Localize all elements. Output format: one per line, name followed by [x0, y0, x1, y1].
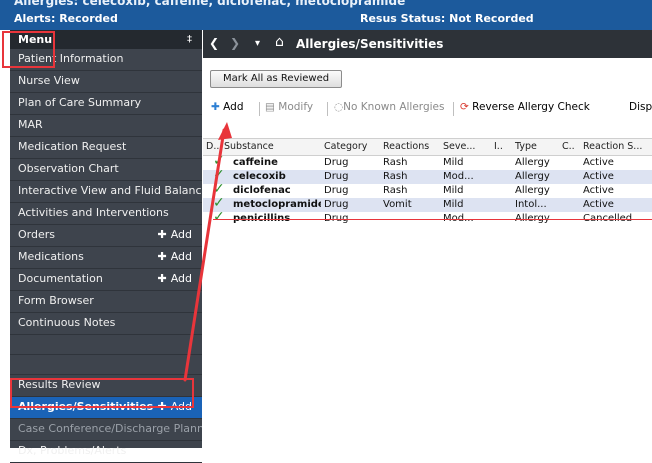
allergies-banner-text: Allergies: celecoxib, caffeine, diclofen…: [14, 0, 406, 8]
sidebar-item-medication-request[interactable]: Medication Request: [10, 137, 202, 159]
orders-add-button[interactable]: ✚ Add: [157, 225, 192, 245]
col-reaction-status[interactable]: Reaction S...: [583, 141, 642, 152]
col-category[interactable]: Category: [324, 141, 367, 152]
col-reactions[interactable]: Reactions: [383, 141, 429, 152]
display-dropdown[interactable]: Disp: [629, 101, 652, 113]
sidebar-item-observation-chart[interactable]: Observation Chart: [10, 159, 202, 181]
col-d[interactable]: D..: [206, 141, 219, 152]
documentation-add-button[interactable]: ✚ Add: [157, 269, 192, 289]
table-row[interactable]: ✓ penicillins Drug Mod... Allergy Cancel…: [203, 209, 652, 226]
toolbar-separator: [259, 102, 260, 116]
reverse-allergy-check-button[interactable]: ⟳ Reverse Allergy Check: [460, 101, 590, 113]
toolbar-separator: [453, 102, 454, 116]
table-header: D.. Substance Category Reactions Seve...…: [203, 138, 652, 156]
circle-icon: ◌: [334, 101, 344, 113]
cancelled-strikethrough: [213, 219, 652, 220]
col-type[interactable]: Type: [515, 141, 537, 152]
chevron-down-icon[interactable]: ▾: [255, 38, 260, 49]
page-header: ❮ ❯ ▾ ⌂ Allergies/Sensitivities: [203, 30, 652, 58]
add-button-highlight: [2, 31, 55, 68]
sidebar-item-activities[interactable]: Activities and Interventions: [10, 203, 202, 225]
forward-icon[interactable]: ❯: [230, 36, 240, 50]
table-row[interactable]: ✓ celecoxib Drug Rash Mod... Allergy Act…: [203, 167, 652, 184]
sidebar-item-orders[interactable]: Orders ✚ Add: [10, 225, 202, 247]
no-known-allergies-button[interactable]: ◌No Known Allergies: [334, 101, 444, 113]
plus-icon: ✚: [157, 272, 167, 285]
sidebar-item-nurse-view[interactable]: Nurse View: [10, 71, 202, 93]
sidebar-item-plan-of-care-summary[interactable]: Plan of Care Summary: [10, 93, 202, 115]
patient-banner: Allergies: celecoxib, caffeine, diclofen…: [0, 0, 652, 30]
reverse-check-icon: ⟳: [460, 101, 469, 113]
col-severity[interactable]: Seve...: [443, 141, 475, 152]
allergies-item-highlight: [10, 378, 194, 408]
sidebar-gap: [10, 355, 202, 375]
sidebar-item-interactive-view[interactable]: Interactive View and Fluid Balance: [10, 181, 202, 203]
sidebar-item-documentation[interactable]: Documentation ✚ Add: [10, 269, 202, 291]
sidebar-item-dx-problems[interactable]: Dx, Problems/Alerts: [10, 441, 202, 463]
home-icon[interactable]: ⌂: [275, 34, 284, 50]
col-substance[interactable]: Substance: [224, 141, 274, 152]
alerts-status: Alerts: Recorded: [14, 12, 118, 25]
medications-add-button[interactable]: ✚ Add: [157, 247, 192, 267]
back-icon[interactable]: ❮: [209, 36, 219, 50]
col-i[interactable]: I..: [494, 141, 503, 152]
sidebar-item-continuous-notes[interactable]: Continuous Notes: [10, 313, 202, 335]
allergies-panel: Mark All as Reviewed ✚ Add ▤ Modify ◌No …: [203, 58, 652, 448]
plus-icon: ✚: [157, 228, 167, 241]
toolbar-separator: [327, 102, 328, 116]
add-allergy-button[interactable]: ✚ Add: [211, 101, 244, 113]
sidebar-item-case-conference[interactable]: Case Conference/Discharge Planni...: [10, 419, 202, 441]
sidebar-item-form-browser[interactable]: Form Browser: [10, 291, 202, 313]
page-title: Allergies/Sensitivities: [296, 37, 444, 51]
modify-button[interactable]: ▤ Modify: [265, 101, 313, 113]
mark-all-reviewed-button[interactable]: Mark All as Reviewed: [210, 70, 343, 88]
table-row[interactable]: ✓ caffeine Drug Rash Mild Allergy Active: [203, 153, 652, 170]
sidebar-item-mar[interactable]: MAR: [10, 115, 202, 137]
allergy-table: D.. Substance Category Reactions Seve...…: [203, 138, 652, 226]
pin-icon[interactable]: ‡: [187, 30, 192, 49]
sidebar-item-medications[interactable]: Medications ✚ Add: [10, 247, 202, 269]
table-row[interactable]: ✓ diclofenac Drug Rash Mild Allergy Acti…: [203, 181, 652, 198]
edit-icon: ▤: [265, 101, 275, 113]
resus-status: Resus Status: Not Recorded: [360, 12, 534, 25]
allergy-toolbar: ✚ Add ▤ Modify ◌No Known Allergies ⟳ Rev…: [203, 96, 652, 120]
check-icon: ✓: [213, 209, 225, 225]
sidebar-gap: [10, 335, 202, 355]
table-row[interactable]: ✓ metoclopramide Drug Vomit Mild Intol..…: [203, 195, 652, 212]
plus-icon: ✚: [211, 101, 220, 113]
col-c[interactable]: C..: [562, 141, 575, 152]
plus-icon: ✚: [157, 250, 167, 263]
